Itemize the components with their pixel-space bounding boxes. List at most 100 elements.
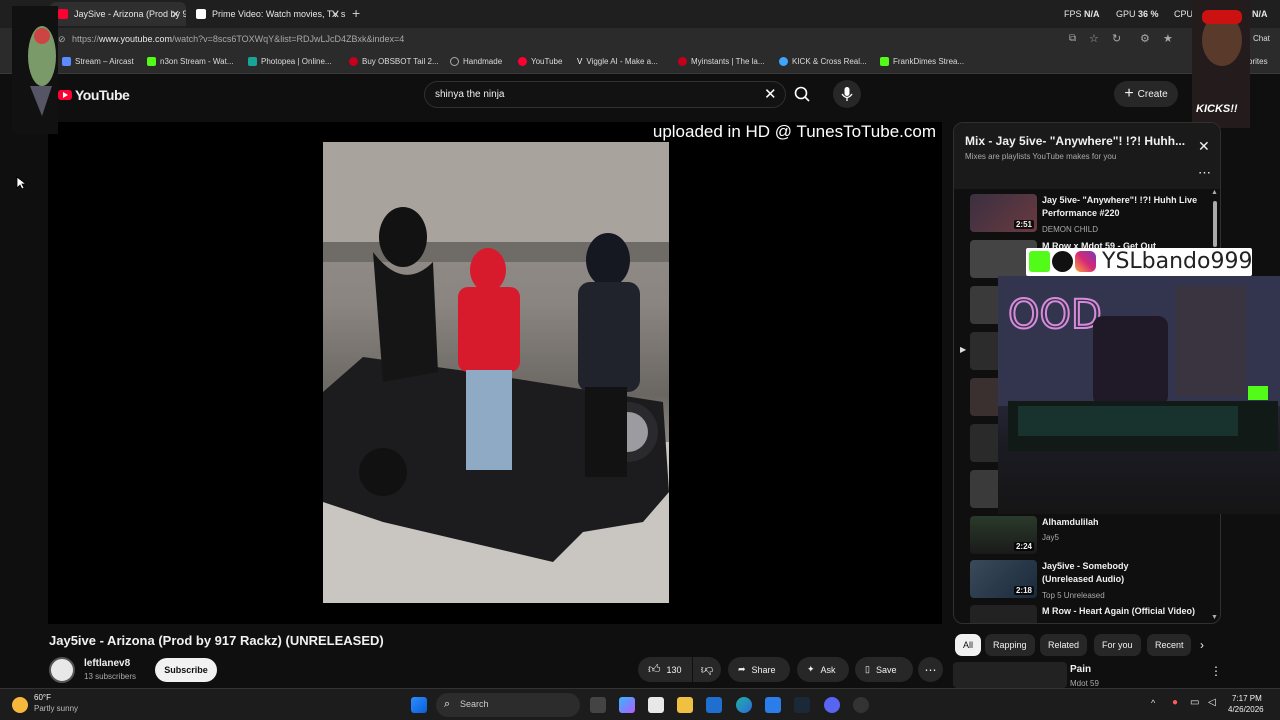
- kick-icon: [1029, 251, 1050, 272]
- bookmark-aircast[interactable]: Stream – Aircast: [62, 57, 134, 66]
- item-title: M Row - Heart Again (Official Video): [1042, 606, 1196, 616]
- playlist-item[interactable]: 2:18 Jay5ive - Somebody (Unreleased Audi…: [970, 560, 1215, 606]
- weather-sun-icon: [12, 697, 28, 713]
- weather-label[interactable]: Partly sunny: [34, 704, 78, 713]
- save-button[interactable]: ▯ Save: [855, 657, 913, 682]
- tab-prime-video[interactable]: Prime Video: Watch movies, TV sh ✕: [188, 2, 346, 26]
- youtube-play-icon: [58, 90, 72, 100]
- item-title: Jay5ive - Somebody (Unreleased Audio): [1042, 561, 1129, 584]
- channel-avatar[interactable]: [49, 657, 75, 683]
- steam-icon[interactable]: [794, 697, 810, 713]
- bookmark-kick-cross[interactable]: KICK & Cross Real...: [779, 57, 867, 66]
- obs-icon[interactable]: [853, 697, 869, 713]
- create-button[interactable]: + Create: [1114, 81, 1178, 107]
- video-watermark: uploaded in HD @ TunesToTube.com: [652, 122, 936, 141]
- discord-icon[interactable]: [824, 697, 840, 713]
- chat-label[interactable]: Chat: [1253, 34, 1270, 43]
- subscribe-button[interactable]: Subscribe: [155, 658, 217, 682]
- youtube-logo[interactable]: YouTube: [58, 87, 130, 103]
- more-actions-icon[interactable]: ⋯: [918, 657, 943, 682]
- clock-time[interactable]: 7:17 PM: [1232, 694, 1262, 703]
- playlist-scrollbar[interactable]: [1213, 201, 1217, 247]
- start-windows-icon[interactable]: [411, 697, 427, 713]
- like-button[interactable]: 👍︎ 130: [638, 657, 692, 682]
- url-text[interactable]: https://www.youtube.com/watch?v=8scs6TOX…: [72, 34, 404, 44]
- cpu-readout: CPU: [1174, 9, 1194, 19]
- address-bar[interactable]: ⊘ https://www.youtube.com/watch?v=8scs6T…: [0, 28, 1280, 52]
- clock-date[interactable]: 4/26/2026: [1228, 705, 1264, 714]
- bookmark-frankdimes[interactable]: FrankDimes Strea...: [880, 57, 964, 66]
- new-tab-icon[interactable]: +: [352, 5, 360, 21]
- bookmark-photopea[interactable]: Photopea | Online...: [248, 57, 332, 66]
- search-button[interactable]: [790, 81, 814, 108]
- playlist-item[interactable]: 2:24 Alhamdulilah Jay5: [970, 516, 1215, 562]
- file-explorer-icon[interactable]: [677, 697, 693, 713]
- playlist-item[interactable]: M Row - Heart Again (Official Video): [970, 605, 1215, 623]
- chip-all[interactable]: All: [955, 634, 982, 656]
- mail-icon[interactable]: [765, 697, 781, 713]
- open-in-app-icon[interactable]: ⧉: [1069, 33, 1076, 44]
- chip-for-you[interactable]: For you: [1094, 634, 1141, 656]
- edge-browser-icon[interactable]: [736, 697, 752, 713]
- playlist-item[interactable]: 2:51 Jay 5ive- "Anywhere"! !?! Huhh Live…: [970, 194, 1215, 240]
- tray-chevron-icon[interactable]: ^: [1151, 698, 1155, 708]
- app-icon[interactable]: [706, 697, 722, 713]
- scroll-down-icon[interactable]: ▼: [1211, 614, 1218, 621]
- bookmark-n3on[interactable]: n3on Stream - Wat...: [147, 57, 234, 66]
- plus-icon: +: [1124, 85, 1134, 102]
- instagram-icon: [1075, 251, 1096, 272]
- channel-name[interactable]: leftlanev8: [84, 658, 130, 669]
- taskbar-search[interactable]: ⌕ Search: [436, 693, 580, 717]
- recommended-thumbnail[interactable]: [953, 662, 1067, 688]
- extensions-icon[interactable]: ⚙: [1140, 32, 1150, 45]
- share-button[interactable]: ➦ Share: [728, 657, 790, 682]
- recommended-more-icon[interactable]: ⋮: [1210, 664, 1222, 678]
- voice-search-button[interactable]: [833, 80, 861, 108]
- bookmark-handmade[interactable]: Handmade: [450, 57, 502, 66]
- dislike-button[interactable]: 👍︎: [693, 657, 721, 682]
- video-player[interactable]: uploaded in HD @ TunesToTube.com: [48, 122, 942, 624]
- thumbs-down-icon: 👍︎: [700, 663, 714, 677]
- mic-tray-icon[interactable]: ●: [1172, 697, 1178, 708]
- refresh-icon[interactable]: ↻: [1112, 32, 1121, 45]
- now-playing-icon: ▶: [960, 345, 967, 354]
- bookmark-viggle[interactable]: V Viggle AI - Make a...: [577, 57, 658, 66]
- favorites-icon[interactable]: ★: [1163, 32, 1173, 45]
- bookmark-obsbot[interactable]: Buy OBSBOT Tail 2...: [349, 57, 439, 66]
- thumbs-up-icon: 👍︎: [648, 662, 661, 676]
- close-tab-icon[interactable]: ✕: [171, 8, 180, 21]
- clear-search-icon[interactable]: ✕: [764, 85, 777, 103]
- youtube-favicon-icon: [58, 9, 68, 19]
- chevron-right-icon[interactable]: ›: [1200, 638, 1204, 652]
- task-view-icon[interactable]: [590, 697, 606, 713]
- bookmark-youtube[interactable]: YouTube: [518, 57, 562, 66]
- store-icon[interactable]: [648, 697, 664, 713]
- kicks-label: KICKS!!: [1196, 103, 1238, 115]
- volume-icon[interactable]: ◁: [1208, 697, 1216, 708]
- chip-rapping[interactable]: Rapping: [985, 634, 1035, 656]
- playlist-title[interactable]: Mix - Jay 5ive- "Anywhere"! !?! Huhh...: [965, 134, 1185, 148]
- network-icon[interactable]: ▭: [1190, 697, 1199, 708]
- site-info-icon[interactable]: ⊘: [58, 34, 66, 45]
- scroll-up-icon[interactable]: ▲: [1211, 189, 1218, 196]
- chip-related[interactable]: Related: [1040, 634, 1088, 656]
- bookmarks-bar: Stream – Aircast n3on Stream - Wat... Ph…: [0, 52, 1280, 74]
- playlist-subtitle: Mixes are playlists YouTube makes for yo…: [965, 152, 1117, 161]
- other-favorites-label[interactable]: orites: [1248, 57, 1268, 66]
- bookmark-myinstants[interactable]: Myinstants | The la...: [678, 57, 765, 66]
- ask-button[interactable]: ✦ Ask: [797, 657, 849, 682]
- video-cover-image: [323, 142, 669, 603]
- favorite-star-icon[interactable]: ☆: [1089, 32, 1099, 45]
- copilot-icon[interactable]: [619, 697, 635, 713]
- temperature[interactable]: 60°F: [34, 693, 51, 702]
- streamer-cam-overlay: KICKS!!: [1192, 0, 1250, 128]
- chip-recent[interactable]: Recent: [1147, 634, 1191, 656]
- more-options-icon[interactable]: ⋯: [1198, 165, 1211, 181]
- tab-bar: JaySive - Arizona (Prod by 917 ✕ Prime V…: [0, 0, 1280, 28]
- search-query[interactable]: shinya the ninja: [435, 89, 505, 100]
- search-input[interactable]: shinya the ninja ✕: [424, 81, 786, 108]
- close-tab-icon[interactable]: ✕: [331, 8, 340, 21]
- recommended-title[interactable]: Pain: [1070, 664, 1091, 675]
- close-icon[interactable]: ✕: [1198, 138, 1210, 155]
- tab-youtube[interactable]: JaySive - Arizona (Prod by 917 ✕: [50, 2, 186, 26]
